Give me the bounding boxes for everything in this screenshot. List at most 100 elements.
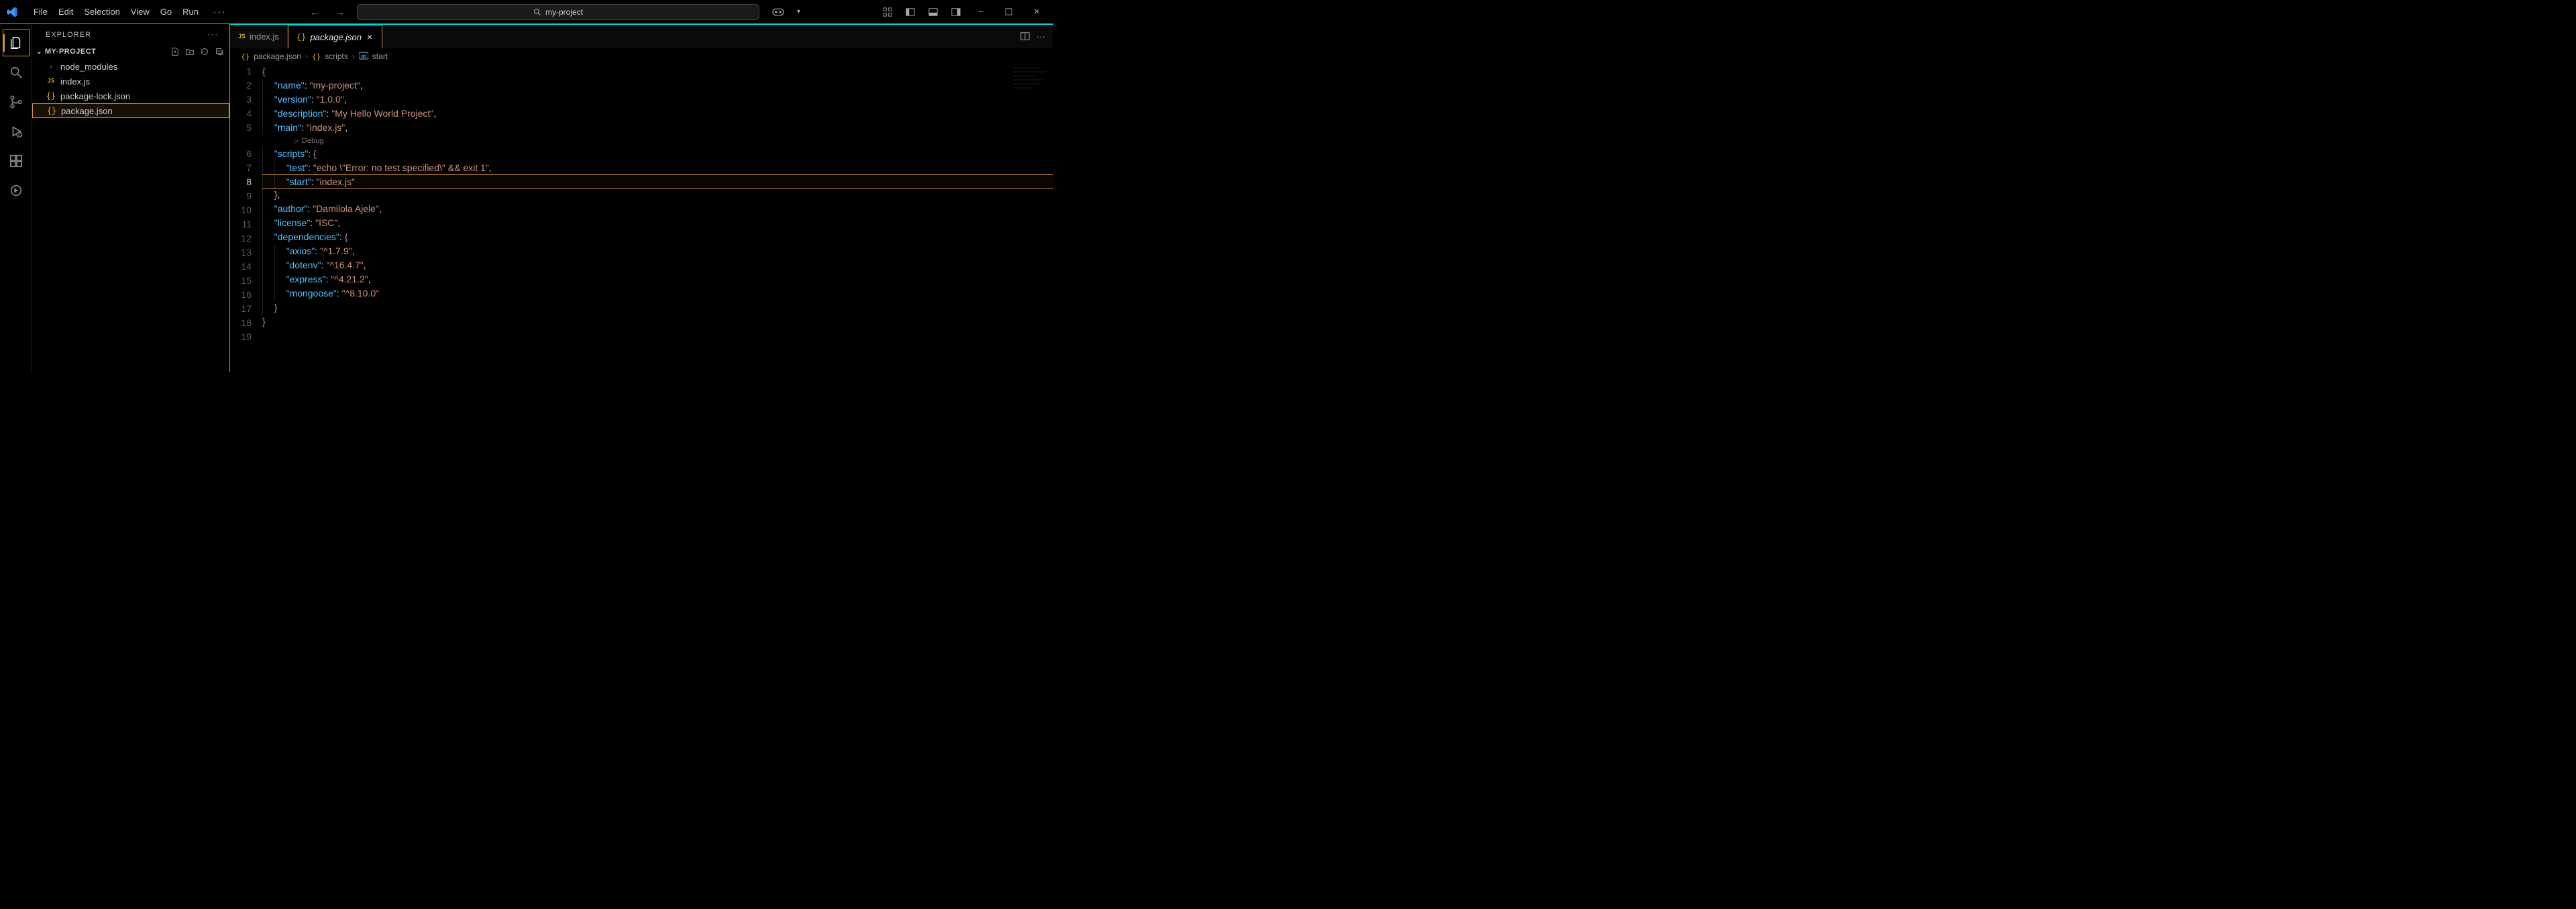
activity-extensions[interactable] [3,148,30,174]
menu-view[interactable]: View [125,4,155,19]
collapse-all-icon[interactable] [215,47,224,56]
titlebar: FileEditSelectionViewGoRun ··· ← → my-pr… [0,0,1053,24]
command-center[interactable]: my-project [357,4,759,20]
nav-forward-icon[interactable]: → [331,4,349,20]
breadcrumb[interactable]: {}package.json›{}scripts›abstart [230,48,1053,64]
code-line[interactable]: } [262,315,1053,329]
tab-label: package.json [310,32,362,42]
activity-explorer[interactable] [3,30,30,56]
code-line[interactable]: "start": "index.js" [262,174,1053,189]
window-minimize-icon[interactable]: ─ [970,4,991,20]
menu-selection[interactable]: Selection [78,4,125,19]
chevron-down-icon[interactable]: ▾ [793,5,804,18]
sidebar-title: EXPLORER [46,31,91,39]
tab-package-json[interactable]: {} package.json × [288,25,382,48]
chevron-right-icon: › [46,63,56,70]
js-file-icon: JS [46,78,56,85]
menu-go[interactable]: Go [155,4,177,19]
refresh-icon[interactable] [200,47,209,56]
command-center-text: my-project [545,7,583,17]
editor-body[interactable]: 12345678910111213141516171819 {"name": "… [230,64,1053,372]
activity-cycle[interactable] [3,177,30,204]
titlebar-left: FileEditSelectionViewGoRun ··· [5,4,231,19]
codelens-debug[interactable]: ▷Debug [262,135,1053,147]
tree-item-index-js[interactable]: JS index.js [32,74,229,89]
titlebar-center: ← → my-project ▾ [231,4,879,20]
window-close-icon[interactable]: ✕ [1026,3,1048,20]
panel-bottom-icon[interactable] [924,5,942,19]
code-line[interactable]: "name": "my-project", [262,78,1053,93]
json-file-icon: {} [46,91,56,101]
code-line[interactable] [262,329,1053,343]
svg-text:ab: ab [361,54,366,59]
menu-run[interactable]: Run [177,4,204,19]
tree-item-label: package.json [61,106,113,116]
code-line[interactable]: "axios": "^1.7.9", [262,244,1053,258]
file-tree: ›node_modules JS index.js {}package-lock.js… [32,58,229,119]
window-maximize-icon[interactable] [997,4,1020,19]
menu-more[interactable]: ··· [208,4,231,19]
code-line[interactable]: }, [262,188,1053,202]
close-icon[interactable]: × [366,32,374,42]
code-line[interactable]: "version": "1.0.0", [262,93,1053,107]
tree-item-package-lock-json[interactable]: {}package-lock.json [32,89,229,103]
breadcrumb-label[interactable]: start [372,52,388,61]
code-line[interactable]: "scripts": { [262,147,1053,161]
titlebar-right: ─ ✕ [879,3,1048,20]
sidebar-more-icon[interactable]: ··· [207,31,219,39]
code-line[interactable]: { [262,64,1053,78]
copilot-icon[interactable] [767,4,789,20]
tab-actions: ··· [1020,32,1053,42]
code-line[interactable]: } [262,301,1053,315]
activity-bar [0,24,32,372]
panel-left-icon[interactable] [902,5,919,19]
layout-grid-icon[interactable] [879,5,896,19]
breadcrumb-label[interactable]: scripts [325,52,348,61]
minimap[interactable] [1006,64,1053,111]
tree-item-label: index.js [60,76,90,87]
breadcrumb-label[interactable]: package.json [254,52,301,61]
search-icon [533,8,541,16]
code-line[interactable]: "dotenv": "^16.4.7", [262,258,1053,272]
code-line[interactable]: "description": "My Hello World Project", [262,107,1053,121]
menu-edit[interactable]: Edit [53,4,78,19]
code-line[interactable]: "author": "Damilola Ajele", [262,202,1053,216]
editor-more-icon[interactable]: ··· [1036,32,1045,42]
code-content[interactable]: {"name": "my-project","version": "1.0.0"… [262,64,1053,372]
breadcrumb-sep: › [352,52,355,61]
tree-item-package-json[interactable]: {}package.json [32,103,229,118]
json-file-icon: {} [297,32,306,42]
code-line[interactable]: "mongoose": "^8.10.0" [262,286,1053,301]
breadcrumb-icon: {} [312,52,321,61]
line-gutter: 12345678910111213141516171819 [230,64,262,372]
activity-debug[interactable] [3,118,30,145]
chevron-down-icon: ⌄ [36,48,42,56]
menu-file[interactable]: File [28,4,53,19]
activity-scm[interactable] [3,89,30,115]
editor-area: JSindex.js {} package.json × ··· {} package.… [230,24,1053,372]
split-editor-icon[interactable] [1020,32,1030,42]
code-line[interactable]: "express": "^4.21.2", [262,272,1053,286]
breadcrumb-icon: {} [241,52,250,61]
activity-search[interactable] [3,59,30,86]
breadcrumb-icon: ab [359,52,368,62]
main-layout: EXPLORER ··· ⌄ MY-PROJECT ›node_modules J… [0,24,1053,372]
vscode-logo-icon [5,5,19,19]
project-actions [170,47,224,56]
new-file-icon[interactable] [170,47,180,56]
menu-container: FileEditSelectionViewGoRun [28,7,204,17]
sidebar-header: EXPLORER ··· [32,24,229,46]
project-header[interactable]: ⌄ MY-PROJECT [32,46,229,58]
code-line[interactable]: "dependencies": { [262,230,1053,244]
sidebar: EXPLORER ··· ⌄ MY-PROJECT ›node_modulesJ… [32,24,230,372]
project-name: MY-PROJECT [45,48,97,56]
panel-right-icon[interactable] [947,5,965,19]
nav-back-icon[interactable]: ← [306,4,323,20]
tab-label: index.js [250,32,279,42]
code-line[interactable]: "main": "index.js", [262,121,1053,135]
tree-item-node_modules[interactable]: ›node_modules [32,59,229,74]
new-folder-icon[interactable] [185,47,195,56]
code-line[interactable]: "license": "ISC", [262,216,1053,230]
tab-index-js[interactable]: JSindex.js [230,25,288,48]
code-line[interactable]: "test": "echo \"Error: no test specified… [262,161,1053,175]
